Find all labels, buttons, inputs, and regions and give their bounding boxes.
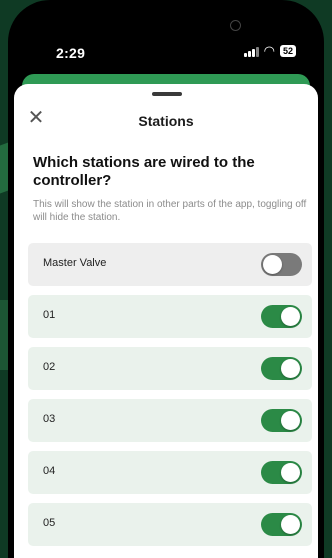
station-row-master-valve: Master Valve bbox=[28, 243, 312, 286]
station-list: Master Valve 01 02 03 04 05 bbox=[28, 243, 312, 555]
toggle-knob bbox=[281, 359, 300, 378]
station-label: 03 bbox=[43, 413, 56, 425]
station-toggle-03[interactable] bbox=[261, 409, 302, 432]
battery-icon: 52 bbox=[279, 45, 296, 57]
sheet-grabber[interactable] bbox=[152, 92, 182, 96]
status-icons: ◠ 52 bbox=[243, 43, 296, 58]
status-bar: 2:29 ◠ 52 bbox=[8, 0, 324, 78]
station-label: 02 bbox=[43, 361, 56, 373]
toggle-knob bbox=[281, 463, 300, 482]
toggle-knob bbox=[281, 515, 300, 534]
stations-sheet: ✕ Stations Which stations are wired to t… bbox=[14, 84, 318, 558]
toggle-knob bbox=[281, 411, 300, 430]
station-toggle-01[interactable] bbox=[261, 305, 302, 328]
station-row-04: 04 bbox=[28, 451, 312, 494]
station-toggle-02[interactable] bbox=[261, 357, 302, 380]
station-row-05: 05 bbox=[28, 503, 312, 546]
station-row-01: 01 bbox=[28, 295, 312, 338]
station-toggle-master-valve[interactable] bbox=[261, 253, 302, 276]
station-label: 05 bbox=[43, 517, 56, 529]
station-label: 01 bbox=[43, 309, 56, 321]
status-time: 2:29 bbox=[56, 45, 86, 61]
station-toggle-05[interactable] bbox=[261, 513, 302, 536]
phone-frame: 2:29 ◠ 52 ✕ Stations Which stations are … bbox=[8, 0, 324, 558]
camera-icon bbox=[230, 20, 241, 31]
signal-icon bbox=[243, 46, 259, 57]
wifi-icon: ◠ bbox=[263, 43, 275, 58]
station-toggle-04[interactable] bbox=[261, 461, 302, 484]
station-row-03: 03 bbox=[28, 399, 312, 442]
toggle-knob bbox=[281, 307, 300, 326]
station-row-02: 02 bbox=[28, 347, 312, 390]
question-description: This will show the station in other part… bbox=[33, 199, 307, 223]
sheet-title: Stations bbox=[138, 113, 194, 129]
station-label: 04 bbox=[43, 465, 56, 477]
toggle-knob bbox=[263, 255, 282, 274]
station-label: Master Valve bbox=[43, 257, 107, 269]
question-heading: Which stations are wired to the controll… bbox=[33, 154, 255, 189]
